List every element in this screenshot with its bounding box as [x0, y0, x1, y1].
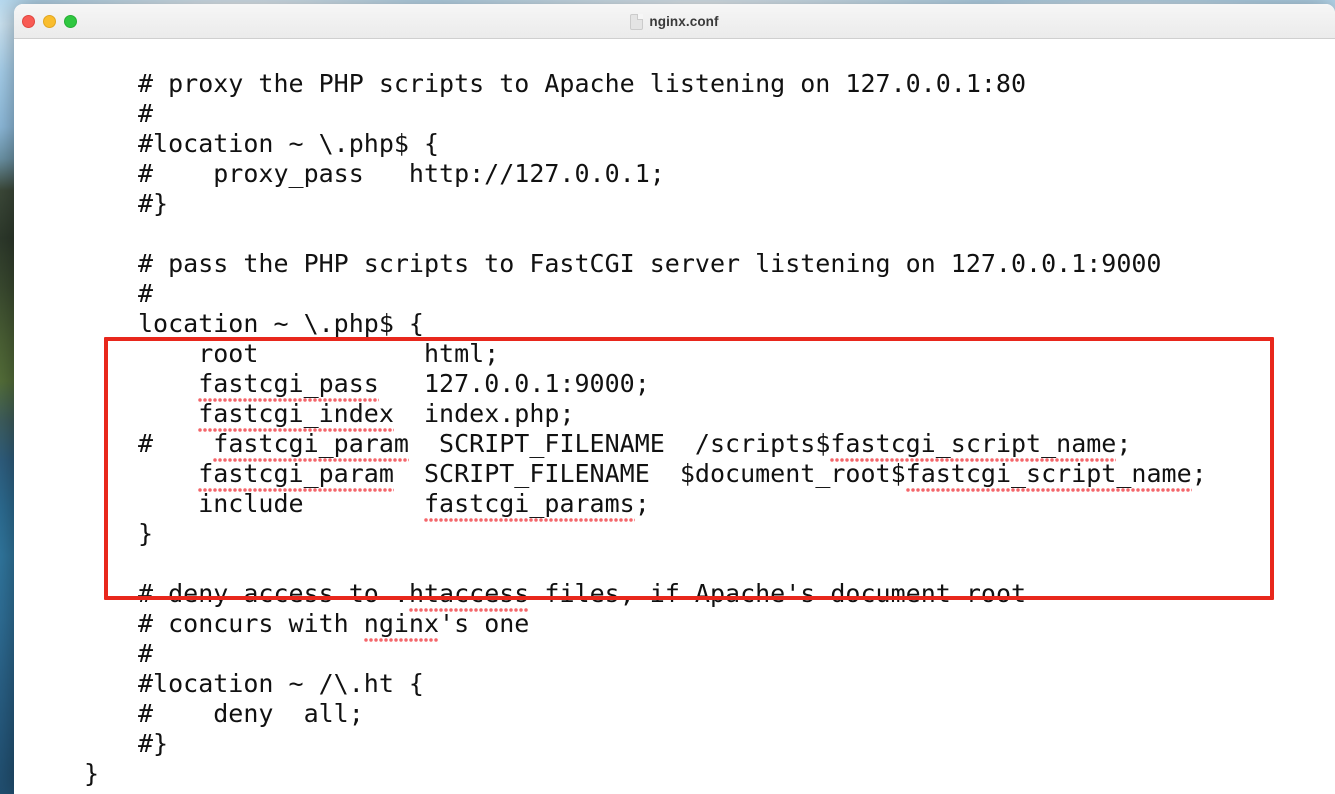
spellcheck-word: fastcgi_param — [198, 459, 394, 492]
code-line: fastcgi_pass 127.0.0.1:9000; — [198, 369, 650, 402]
spellcheck-word: fastcgi_script_name — [905, 459, 1192, 492]
code-line: # — [138, 639, 154, 668]
window-titlebar[interactable]: nginx.conf — [14, 4, 1335, 39]
window-title-group: nginx.conf — [14, 4, 1335, 39]
code-line: # — [138, 279, 154, 308]
spellcheck-word: fastcgi_params — [423, 489, 635, 522]
code-line: # proxy the PHP scripts to Apache listen… — [138, 69, 1027, 98]
code-line: include fastcgi_params; — [138, 489, 650, 522]
code-line: fastcgi_index index.php; — [198, 399, 575, 432]
code-line: #location ~ /\.ht { — [138, 669, 424, 698]
window-title: nginx.conf — [649, 14, 719, 29]
code-line: location ~ \.php$ { — [138, 309, 424, 338]
code-line: # deny access to .htaccess files, if Apa… — [138, 579, 1027, 612]
spellcheck-word: fastcgi_pass — [198, 369, 379, 402]
spellcheck-word: fastcgi_index — [198, 399, 394, 432]
code-line: root html; — [138, 339, 500, 368]
spellcheck-word: fastcgi_param — [213, 429, 409, 462]
code-line: # fastcgi_param SCRIPT_FILENAME /scripts… — [138, 429, 1132, 462]
code-line: # concurs with nginx's one — [138, 609, 530, 642]
code-line: } — [84, 759, 100, 788]
document-icon — [630, 13, 644, 30]
spellcheck-word: nginx — [363, 609, 440, 642]
spellcheck-word: htaccess — [408, 579, 530, 612]
spellcheck-word: fastcgi_script_name — [830, 429, 1117, 462]
code-line: # proxy_pass http://127.0.0.1; — [138, 159, 665, 188]
code-line: fastcgi_param SCRIPT_FILENAME $document_… — [198, 459, 1207, 492]
code-line: # pass the PHP scripts to FastCGI server… — [138, 249, 1162, 278]
code-editor-canvas[interactable]: # proxy the PHP scripts to Apache listen… — [14, 39, 1335, 794]
code-line: #location ~ \.php$ { — [138, 129, 440, 158]
code-line: #} — [138, 729, 169, 758]
code-line: # deny all; — [138, 699, 364, 728]
text-editor-window: nginx.conf # proxy the PHP scripts to Ap… — [14, 4, 1335, 794]
code-line: } — [138, 519, 154, 548]
code-line: # — [138, 99, 154, 128]
code-line: #} — [138, 189, 169, 218]
